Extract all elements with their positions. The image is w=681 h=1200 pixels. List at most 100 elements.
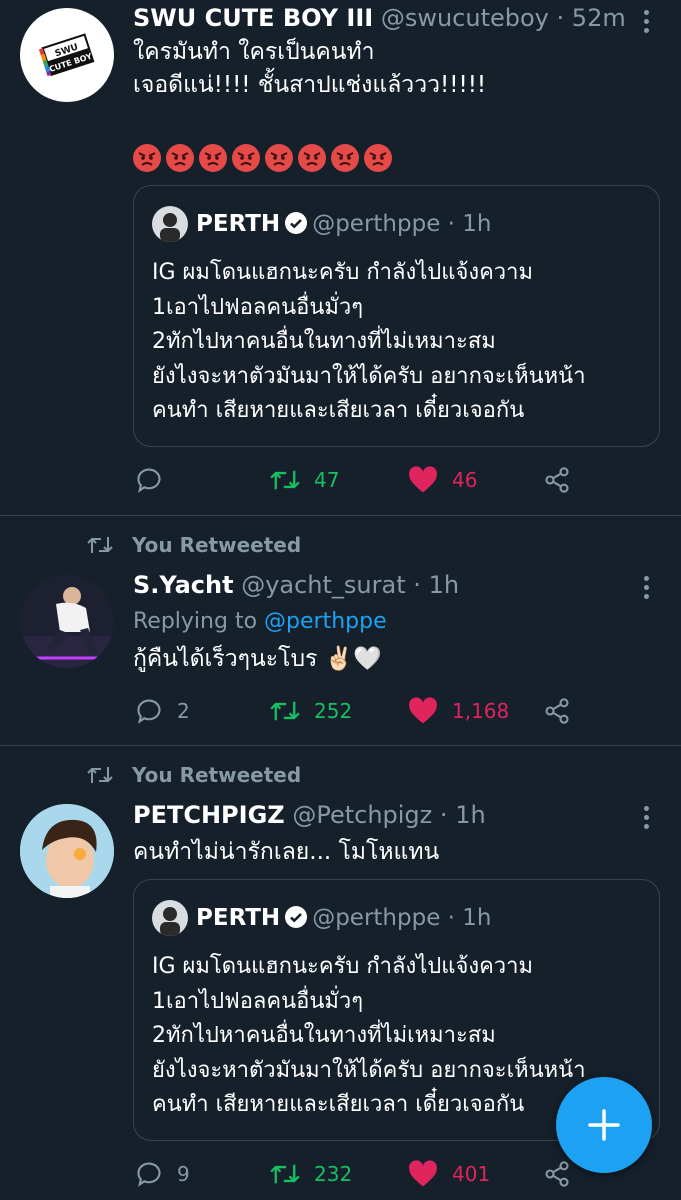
tweet-text: คนทำไม่น่ารักเลย... โมโหแทน bbox=[133, 839, 440, 865]
compose-plus-icon bbox=[588, 1109, 620, 1141]
retweet-count: 252 bbox=[314, 699, 353, 723]
quoted-display-name: PERTH bbox=[196, 211, 281, 237]
tweet-text: ใครมันทำ ใครเป็นคนทำ เจอดีแน่!!!! ชั้นสา… bbox=[133, 36, 486, 102]
retweet-button[interactable]: 232 bbox=[270, 1157, 352, 1191]
avatar-yacht-surat[interactable] bbox=[20, 574, 114, 668]
timestamp[interactable]: 1h bbox=[455, 801, 485, 829]
tweet-actions: 47 46 bbox=[135, 463, 575, 497]
retweeted-label: You Retweeted bbox=[132, 763, 302, 787]
retweet-icon bbox=[270, 470, 300, 490]
retweeted-indicator: You Retweeted bbox=[86, 763, 301, 787]
reply-count: 9 bbox=[177, 1162, 190, 1186]
retweeted-indicator: You Retweeted bbox=[86, 533, 301, 557]
retweeted-label: You Retweeted bbox=[132, 533, 302, 557]
tweet-yacht-surat[interactable]: You Retweeted S.Yacht @yacht_surat · 1h … bbox=[0, 516, 681, 745]
more-vertical-icon[interactable] bbox=[643, 576, 651, 603]
angry-face-emoji-icon bbox=[364, 144, 392, 172]
separator-dot: · bbox=[439, 801, 448, 829]
tweet-swucuteboy[interactable]: SWU CUTE BOY SWU CUTE BOY III @swucutebo… bbox=[0, 0, 681, 515]
share-icon bbox=[545, 467, 569, 493]
replying-to: Replying to @perthppe bbox=[133, 605, 387, 638]
quoted-text-line: 1เอาไปฟอลคนอื่นมั่วๆ bbox=[152, 988, 364, 1014]
retweet-count: 232 bbox=[314, 1162, 353, 1186]
avatar-swucuteboy[interactable]: SWU CUTE BOY bbox=[20, 8, 114, 102]
angry-face-emoji-icon bbox=[331, 144, 359, 172]
display-name[interactable]: SWU CUTE BOY III bbox=[133, 4, 373, 32]
quoted-text: IG ผมโดนแฮกนะครับ กำลังไปแจ้งความ 1เอาไป… bbox=[152, 256, 586, 429]
tweet-header: S.Yacht @yacht_surat · 1h bbox=[133, 570, 621, 600]
display-name[interactable]: S.Yacht bbox=[133, 571, 234, 599]
swu-cute-boy-logo: SWU CUTE BOY bbox=[38, 33, 95, 77]
more-vertical-icon[interactable] bbox=[643, 806, 651, 833]
like-button[interactable]: 46 bbox=[408, 463, 477, 497]
angry-face-emoji-icon bbox=[199, 144, 227, 172]
separator-dot: · bbox=[556, 4, 565, 32]
quoted-timestamp: 1h bbox=[462, 905, 492, 931]
tweet-actions: 9 232 401 bbox=[135, 1157, 575, 1191]
share-button[interactable] bbox=[543, 694, 571, 728]
like-count: 401 bbox=[452, 1162, 491, 1186]
handle[interactable]: @yacht_surat bbox=[241, 571, 405, 599]
retweet-button[interactable]: 252 bbox=[270, 694, 352, 728]
timestamp[interactable]: 1h bbox=[429, 571, 459, 599]
quoted-text-line: ยังไงจะหาตัวมันมาให้ได้ครับ อยากจะเห็นหน… bbox=[152, 1057, 586, 1083]
reply-icon bbox=[137, 699, 161, 724]
reply-icon bbox=[137, 1162, 161, 1187]
tweet-header: PETCHPIGZ @Petchpigz · 1h bbox=[133, 800, 621, 830]
angry-face-emoji-icon bbox=[298, 144, 326, 172]
quoted-text-line: คนทำ เสียหายและเสียเวลา เดี๋ยวเจอกัน bbox=[152, 1092, 525, 1117]
verified-badge-icon bbox=[285, 212, 308, 234]
angry-face-emoji-icon bbox=[166, 144, 194, 172]
timestamp[interactable]: 52m bbox=[572, 4, 626, 32]
compose-tweet-button[interactable] bbox=[556, 1077, 652, 1173]
like-button[interactable]: 401 bbox=[408, 1157, 490, 1191]
tweet-header: SWU CUTE BOY III @swucuteboy · 52m bbox=[133, 3, 626, 33]
quoted-text-line: 2ทักไปหาคนอื่นในทางที่ไม่เหมาะสม bbox=[152, 1023, 496, 1048]
heart-icon bbox=[409, 466, 437, 493]
reply-button[interactable]: 2 bbox=[135, 694, 190, 728]
quoted-text-line: IG ผมโดนแฮกนะครับ กำลังไปแจ้งความ bbox=[152, 954, 534, 979]
share-icon bbox=[545, 698, 569, 724]
separator-dot: · bbox=[413, 571, 421, 599]
handle[interactable]: @swucuteboy bbox=[381, 4, 549, 32]
angry-face-emoji-icon bbox=[133, 144, 161, 172]
avatar-perth bbox=[152, 900, 188, 936]
reply-count: 2 bbox=[177, 699, 190, 723]
quoted-text-line: 2ทักไปหาคนอื่นในทางที่ไม่เหมาะสม bbox=[152, 329, 496, 354]
quoted-handle: @perthppe bbox=[312, 211, 441, 237]
reply-button[interactable]: 9 bbox=[135, 1157, 190, 1191]
quoted-tweet[interactable]: PERTH @perthppe · 1h IG ผมโดนแฮกนะครับ กำ… bbox=[133, 185, 660, 447]
quoted-header: PERTH @perthppe · 1h bbox=[196, 206, 492, 242]
retweet-button[interactable]: 47 bbox=[270, 463, 339, 497]
tweet-text: กู้คืนได้เร็วๆนะโบร ✌🏻🤍 bbox=[133, 646, 382, 672]
like-button[interactable]: 1,168 bbox=[408, 694, 509, 728]
quoted-text-line: 1เอาไปฟอลคนอื่นมั่วๆ bbox=[152, 294, 364, 320]
profile-photo bbox=[20, 804, 114, 898]
retweet-count: 47 bbox=[314, 468, 340, 492]
share-button[interactable] bbox=[543, 463, 571, 497]
handle[interactable]: @Petchpigz bbox=[292, 801, 432, 829]
angry-face-emoji-icon bbox=[232, 144, 260, 172]
profile-photo bbox=[20, 574, 114, 668]
replying-mention-link[interactable]: @perthppe bbox=[264, 609, 387, 634]
retweet-icon bbox=[270, 701, 300, 721]
quoted-timestamp: 1h bbox=[462, 211, 492, 237]
separator-dot: · bbox=[447, 905, 455, 931]
quoted-text-line: คนทำ เสียหายและเสียเวลา เดี๋ยวเจอกัน bbox=[152, 398, 525, 423]
retweet-icon bbox=[87, 767, 113, 783]
share-button[interactable] bbox=[543, 1157, 571, 1191]
quoted-handle: @perthppe bbox=[312, 905, 441, 931]
reply-button[interactable] bbox=[135, 463, 177, 497]
tweet-actions: 2 252 1,168 bbox=[135, 694, 575, 728]
display-name[interactable]: PETCHPIGZ bbox=[133, 801, 285, 829]
like-count: 1,168 bbox=[452, 699, 510, 723]
quoted-text: IG ผมโดนแฮกนะครับ กำลังไปแจ้งความ 1เอาไป… bbox=[152, 950, 586, 1123]
quoted-text-line: IG ผมโดนแฮกนะครับ กำลังไปแจ้งความ bbox=[152, 260, 534, 285]
like-count: 46 bbox=[452, 468, 478, 492]
retweet-icon bbox=[87, 537, 113, 553]
separator-dot: · bbox=[447, 211, 455, 237]
replying-label: Replying to bbox=[133, 609, 258, 634]
avatar-petchpigz[interactable] bbox=[20, 804, 114, 898]
verified-badge-icon bbox=[285, 906, 308, 928]
more-vertical-icon[interactable] bbox=[643, 10, 651, 37]
